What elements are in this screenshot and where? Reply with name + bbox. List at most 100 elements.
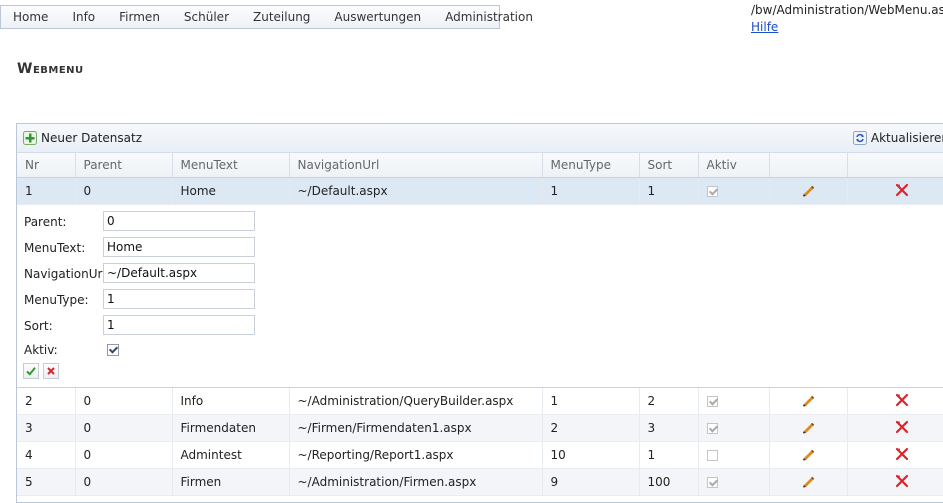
- add-record-button[interactable]: Neuer Datensatz: [17, 131, 148, 145]
- cell-delete: [847, 441, 943, 469]
- cell-parent: 0: [75, 177, 173, 205]
- cell-menutext: Firmen: [172, 468, 290, 496]
- edit-pencil-icon[interactable]: [801, 447, 815, 464]
- cell-delete: [847, 414, 943, 442]
- cell-nr: 2: [17, 388, 76, 415]
- cell-aktiv: [698, 414, 770, 442]
- cell-nr: 4: [17, 441, 76, 469]
- refresh-icon: [852, 131, 867, 145]
- column-header-menutext[interactable]: MenuText: [172, 153, 290, 178]
- navigationurl-field[interactable]: [103, 263, 255, 283]
- column-header-sort[interactable]: Sort: [639, 153, 699, 178]
- cancel-x-icon: [47, 367, 55, 375]
- column-header-menutype[interactable]: MenuType: [542, 153, 640, 178]
- menu-firmen[interactable]: Firmen: [107, 10, 172, 24]
- aktiv-edit-checkbox[interactable]: [107, 344, 119, 356]
- menu-auswertungen[interactable]: Auswertungen: [322, 10, 433, 24]
- delete-x-icon[interactable]: [895, 474, 909, 491]
- cell-parent: 0: [75, 388, 173, 415]
- label-navigationurl: NavigationUrl:: [24, 267, 110, 281]
- delete-x-icon[interactable]: [895, 393, 909, 410]
- plus-icon: [23, 131, 37, 145]
- menu-info[interactable]: Info: [60, 10, 107, 24]
- table-row[interactable]: 1 0 Home ~/Default.aspx 1 1: [17, 177, 943, 205]
- delete-x-icon[interactable]: [895, 420, 909, 437]
- edit-pencil-icon[interactable]: [801, 393, 815, 410]
- edit-pencil-icon[interactable]: [801, 183, 815, 200]
- cell-aktiv: [698, 441, 770, 469]
- refresh-button[interactable]: Aktualisieren: [847, 131, 943, 145]
- grid-command-bar: Neuer Datensatz Aktualisieren: [17, 124, 943, 153]
- menu-home[interactable]: Home: [1, 10, 60, 24]
- label-menutext: MenuText:: [24, 241, 86, 255]
- edit-pencil-icon[interactable]: [801, 420, 815, 437]
- aktiv-checkbox: [706, 477, 718, 488]
- cell-sort: 100: [639, 468, 699, 496]
- table-row[interactable]: 3 0 Firmendaten ~/Firmen/Firmendaten1.as…: [17, 414, 943, 442]
- top-menu-bar: Home Info Firmen Schüler Zuteilung Auswe…: [0, 5, 533, 29]
- cell-menutext: Admintest: [172, 441, 290, 469]
- menutext-field[interactable]: [103, 237, 255, 257]
- parent-field[interactable]: [103, 211, 255, 231]
- column-header-nr[interactable]: Nr: [17, 153, 76, 178]
- delete-x-icon[interactable]: [895, 183, 909, 200]
- cell-nr: 1: [17, 177, 76, 205]
- aktiv-checkbox: [706, 423, 718, 434]
- checkmark-icon: [26, 367, 36, 376]
- grid-table: Nr Parent MenuText NavigationUrl MenuTyp…: [17, 153, 943, 496]
- edit-form-row: Parent: MenuText: NavigationUrl: MenuTyp…: [17, 205, 943, 388]
- page-title: Webmenu: [17, 61, 84, 77]
- menu-schueler[interactable]: Schüler: [172, 10, 241, 24]
- cell-parent: 0: [75, 468, 173, 496]
- cell-nr: 5: [17, 468, 76, 496]
- cell-menutext: Info: [172, 388, 290, 415]
- save-button[interactable]: [23, 363, 39, 379]
- cell-menutext: Home: [172, 177, 290, 205]
- grid-header-row: Nr Parent MenuText NavigationUrl MenuTyp…: [17, 153, 943, 178]
- label-aktiv: Aktiv:: [24, 343, 58, 357]
- refresh-label: Aktualisieren: [870, 131, 943, 145]
- cell-sort: 1: [639, 441, 699, 469]
- page-path: /bw/Administration/WebMenu.asp: [751, 3, 943, 17]
- cell-menutext: Firmendaten: [172, 414, 290, 442]
- cell-nr: 3: [17, 414, 76, 442]
- cell-aktiv: [698, 468, 770, 496]
- cancel-button[interactable]: [43, 363, 59, 379]
- column-header-parent[interactable]: Parent: [75, 153, 173, 178]
- cell-menutype: 1: [542, 177, 640, 205]
- cell-parent: 0: [75, 441, 173, 469]
- label-sort: Sort:: [24, 319, 53, 333]
- cell-menutype: 10: [542, 441, 640, 469]
- sort-field[interactable]: [103, 315, 255, 335]
- table-row[interactable]: 5 0 Firmen ~/Administration/Firmen.aspx …: [17, 468, 943, 496]
- cell-navigationurl: ~/Administration/Firmen.aspx: [289, 468, 543, 496]
- cell-edit: [769, 388, 848, 415]
- delete-x-icon[interactable]: [895, 447, 909, 464]
- cell-sort: 3: [639, 414, 699, 442]
- menu-administration[interactable]: Administration: [433, 10, 545, 24]
- aktiv-checkbox: [706, 186, 718, 197]
- cell-sort: 1: [639, 177, 699, 205]
- table-row[interactable]: 4 0 Admintest ~/Reporting/Report1.aspx 1…: [17, 441, 943, 469]
- edit-form: Parent: MenuText: NavigationUrl: MenuTyp…: [17, 205, 943, 388]
- cell-delete: [847, 177, 943, 205]
- column-header-delete: [847, 153, 943, 178]
- aktiv-checkbox: [706, 396, 718, 407]
- label-menutype: MenuType:: [24, 293, 89, 307]
- label-parent: Parent:: [24, 215, 67, 229]
- cell-menutype: 2: [542, 414, 640, 442]
- aktiv-checkbox: [706, 450, 718, 461]
- menutype-field[interactable]: [103, 289, 255, 309]
- cell-navigationurl: ~/Default.aspx: [289, 177, 543, 205]
- cell-edit: [769, 468, 848, 496]
- table-row[interactable]: 2 0 Info ~/Administration/QueryBuilder.a…: [17, 388, 943, 415]
- help-link[interactable]: Hilfe: [751, 20, 778, 34]
- edit-pencil-icon[interactable]: [801, 474, 815, 491]
- menu-zuteilung[interactable]: Zuteilung: [241, 10, 322, 24]
- cell-navigationurl: ~/Administration/QueryBuilder.aspx: [289, 388, 543, 415]
- column-header-edit: [769, 153, 848, 178]
- column-header-aktiv[interactable]: Aktiv: [698, 153, 770, 178]
- column-header-navigationurl[interactable]: NavigationUrl: [289, 153, 543, 178]
- cell-menutype: 1: [542, 388, 640, 415]
- cell-delete: [847, 468, 943, 496]
